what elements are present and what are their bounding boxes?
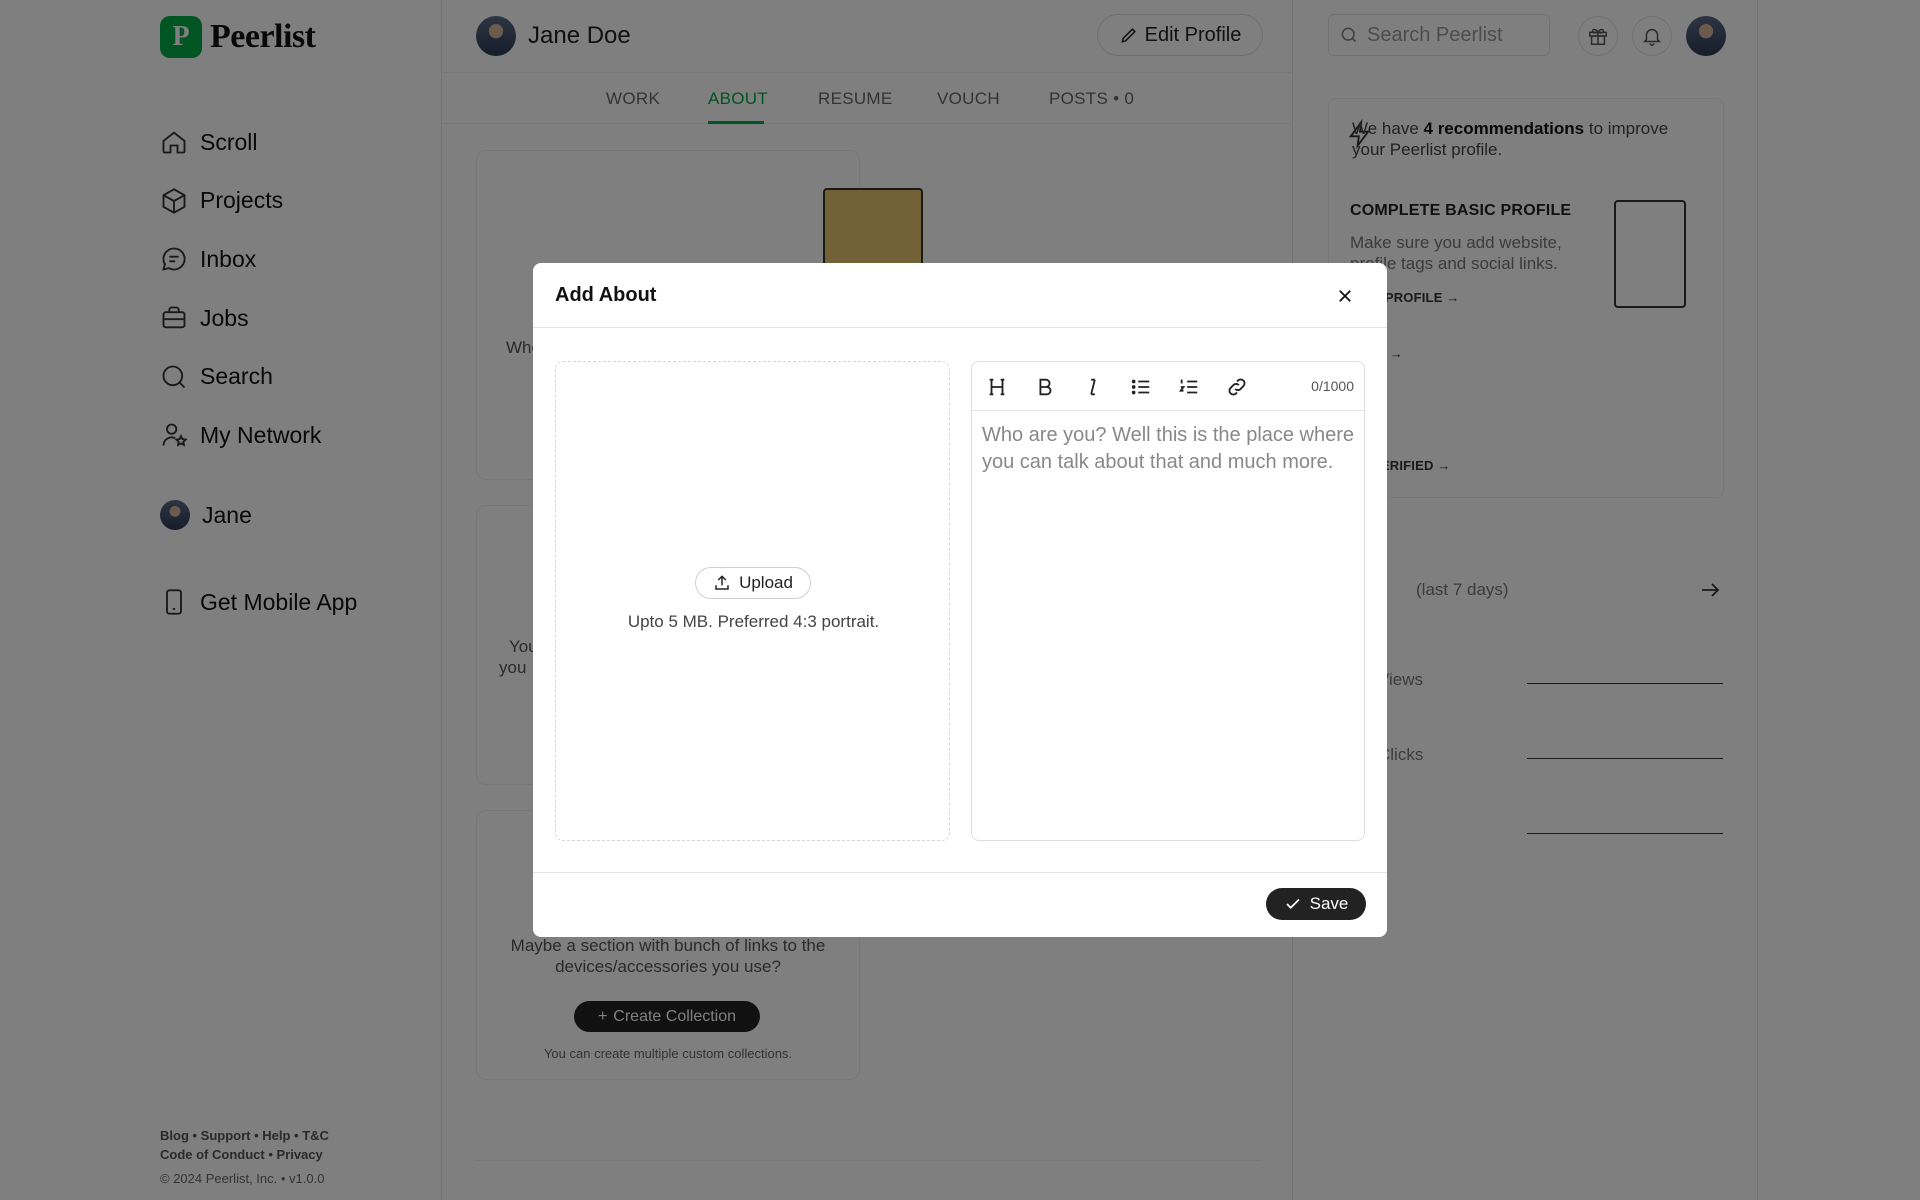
image-upload-dropzone[interactable]: Upload Upto 5 MB. Preferred 4:3 portrait… — [555, 361, 950, 841]
check-icon — [1285, 898, 1300, 910]
character-counter: 0/1000 — [1311, 378, 1354, 394]
bold-button[interactable] — [1032, 374, 1058, 400]
bullet-list-icon — [1131, 379, 1150, 395]
link-button[interactable] — [1224, 374, 1250, 400]
add-about-dialog: Add About Upload Upto 5 MB. Preferred 4:… — [533, 263, 1387, 937]
bullet-list-button[interactable] — [1128, 374, 1154, 400]
numbered-list-icon — [1178, 379, 1198, 394]
editor-toolbar: 0/1000 — [972, 362, 1364, 411]
about-editor: 0/1000 Who are you? Well this is the pla… — [971, 361, 1365, 841]
dialog-header: Add About — [533, 263, 1387, 328]
italic-button[interactable] — [1080, 374, 1106, 400]
upload-label: Upload — [739, 573, 793, 592]
bold-icon — [1039, 378, 1052, 396]
heading-icon — [989, 378, 1005, 396]
dialog-footer — [533, 872, 1387, 937]
close-button[interactable] — [1332, 283, 1358, 309]
link-icon — [1228, 378, 1246, 396]
upload-icon — [715, 575, 729, 590]
heading-button[interactable] — [984, 374, 1010, 400]
about-textarea[interactable]: Who are you? Well this is the place wher… — [982, 422, 1356, 476]
close-icon — [1339, 290, 1351, 302]
upload-button[interactable]: Upload — [695, 567, 811, 599]
dialog-title: Add About — [555, 284, 657, 306]
numbered-list-button[interactable] — [1176, 374, 1202, 400]
save-button[interactable]: Save — [1266, 888, 1366, 920]
save-label: Save — [1309, 894, 1349, 913]
upload-hint: Upto 5 MB. Preferred 4:3 portrait. — [627, 612, 880, 631]
italic-icon — [1090, 378, 1096, 396]
